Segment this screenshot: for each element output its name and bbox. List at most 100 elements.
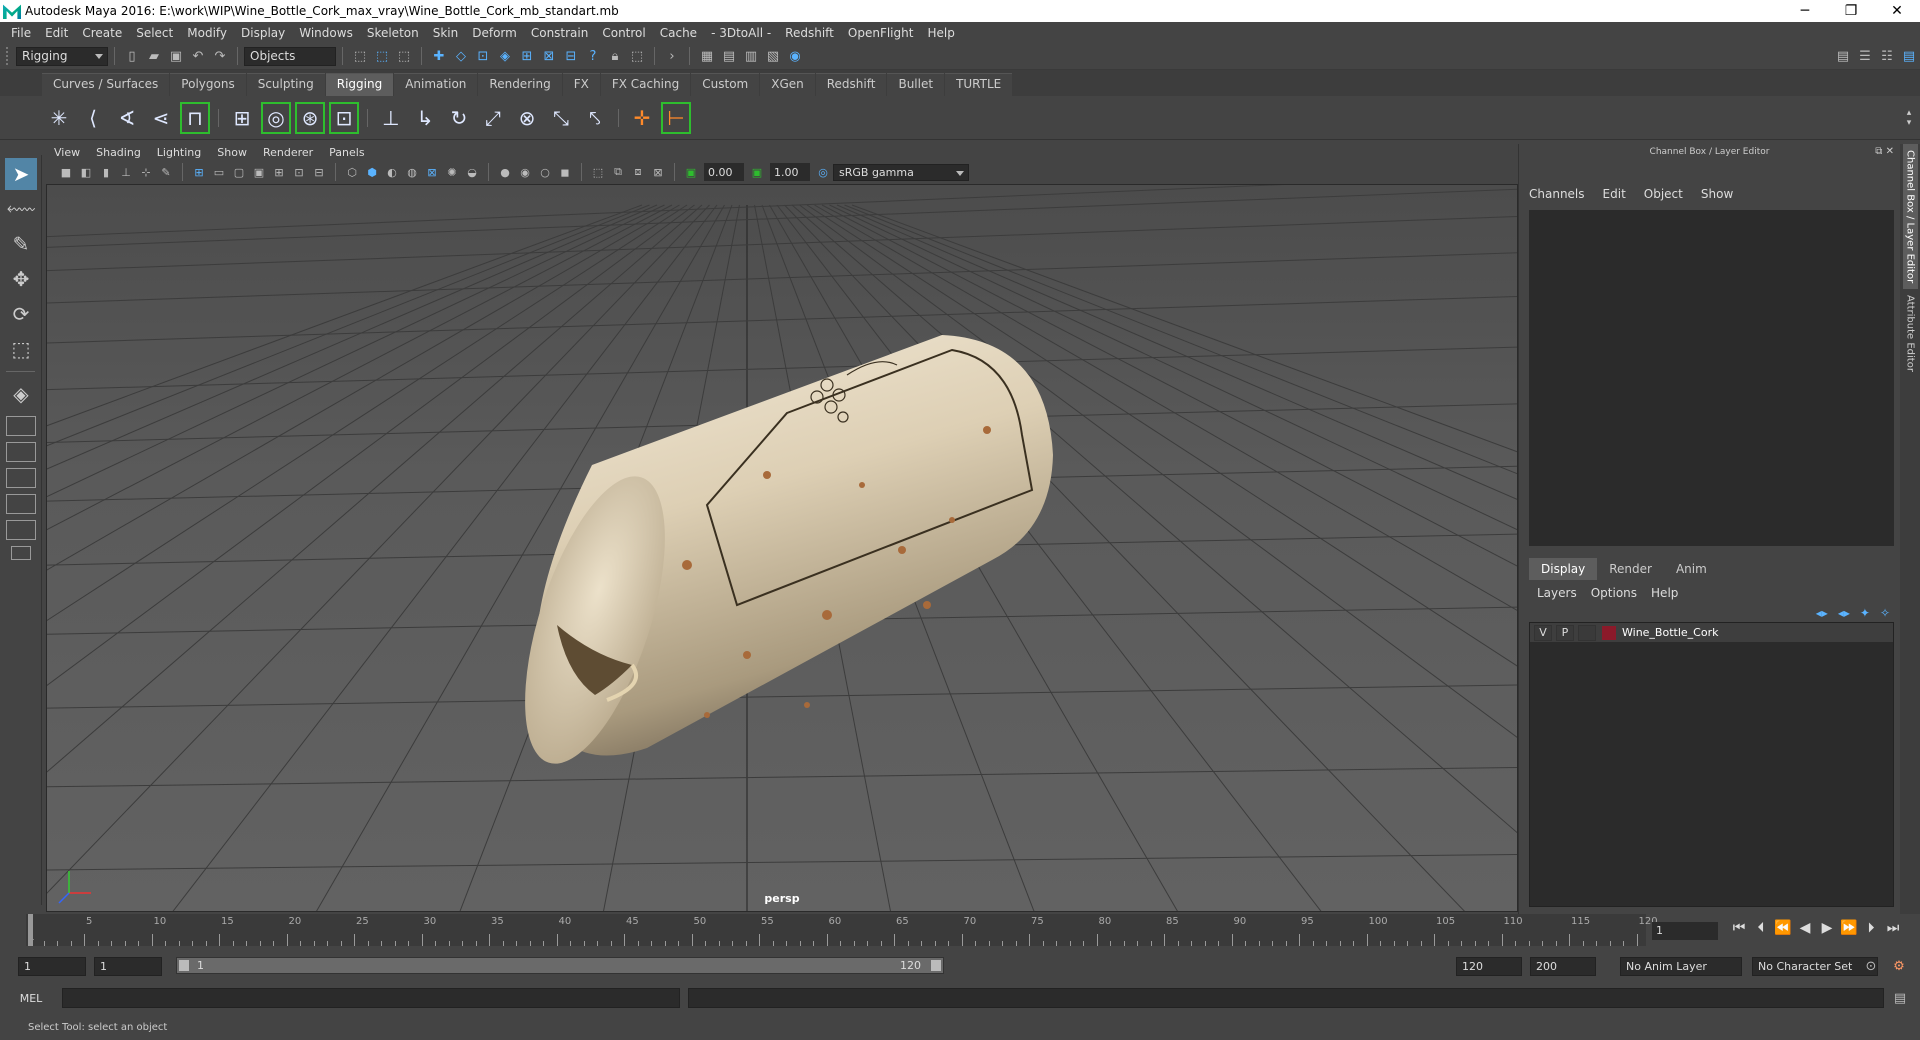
select-tool-icon[interactable]: ➤	[5, 158, 37, 190]
select-component-icon[interactable]: ⬚	[394, 46, 414, 66]
menu-edit[interactable]: Edit	[38, 26, 75, 40]
make-live-icon[interactable]: ⊞	[517, 46, 537, 66]
grid-icon[interactable]: ⊞	[191, 164, 207, 180]
move-tool-icon[interactable]: ✥	[5, 263, 37, 295]
menu-file[interactable]: File	[4, 26, 38, 40]
quick-rig-icon[interactable]: ⊓	[180, 101, 210, 134]
joint-tool-icon[interactable]: ✳	[44, 102, 74, 134]
playback-end-field[interactable]: 120	[1456, 956, 1522, 976]
textured-icon[interactable]: ⊠	[424, 164, 440, 180]
menu-openflight[interactable]: OpenFlight	[841, 26, 921, 40]
layer-menu-options[interactable]: Options	[1591, 586, 1637, 600]
range-end-handle[interactable]	[931, 960, 941, 971]
character-set-dropdown[interactable]: No Character Set	[1752, 956, 1878, 976]
menu-display[interactable]: Display	[234, 26, 292, 40]
layer-visibility-toggle[interactable]: V	[1534, 624, 1552, 641]
viewport-menu-renderer[interactable]: Renderer	[255, 146, 321, 159]
viewport-persp[interactable]: persp	[46, 184, 1518, 912]
selection-mode-dropdown[interactable]: Objects	[244, 46, 336, 66]
render-view-icon[interactable]: ▤	[719, 46, 739, 66]
graph-layout-icon[interactable]	[6, 494, 36, 514]
film-gate-icon[interactable]: ▭	[211, 164, 227, 180]
layer-color-swatch[interactable]	[1602, 625, 1616, 640]
workspace-icon[interactable]: ▤	[1833, 46, 1853, 66]
camera-icon[interactable]: ■	[58, 164, 74, 180]
gate-mask-icon[interactable]: ▣	[251, 164, 267, 180]
command-input[interactable]	[62, 988, 680, 1008]
viewport-menu-panels[interactable]: Panels	[321, 146, 372, 159]
menu-redshift[interactable]: Redshift	[778, 26, 841, 40]
viewport-menu-shading[interactable]: Shading	[88, 146, 149, 159]
new-layer-selected-icon[interactable]: ✧	[1880, 606, 1890, 620]
open-scene-icon[interactable]: ▰	[144, 46, 164, 66]
shelf-tab-fx-caching[interactable]: FX Caching	[600, 73, 691, 96]
side-tab-channel-box-layer-editor[interactable]: Channel Box / Layer Editor	[1902, 144, 1918, 290]
shelf-tab-sculpting[interactable]: Sculpting	[246, 73, 325, 96]
shelf-tab-fx[interactable]: FX	[562, 73, 600, 96]
tab-anim[interactable]: Anim	[1663, 558, 1719, 580]
rotate-tool-icon[interactable]: ⟳	[5, 298, 37, 330]
anim-layer-dropdown[interactable]: No Anim Layer	[1620, 956, 1742, 976]
menu-modify[interactable]: Modify	[180, 26, 234, 40]
color-management-icon[interactable]: ◎	[815, 164, 831, 180]
redo-icon[interactable]: ↷	[210, 46, 230, 66]
anim-prefs-icon[interactable]: ⚙	[1889, 956, 1909, 976]
xray-icon[interactable]: ⧉	[610, 164, 626, 180]
snap-point-icon[interactable]: ⊡	[473, 46, 493, 66]
current-frame-marker[interactable]	[28, 914, 33, 946]
shelf-tab-bullet[interactable]: Bullet	[887, 73, 945, 96]
outliner-icon[interactable]: ☰	[1855, 46, 1875, 66]
cluster-icon[interactable]: ⊡	[329, 101, 359, 134]
shelf-tab-redshift[interactable]: Redshift	[815, 73, 887, 96]
shelf-tab-turtle[interactable]: TURTLE	[945, 73, 1013, 96]
parent-constraint-icon[interactable]: ⊥	[376, 102, 406, 134]
ik-handle-icon[interactable]: ⟨	[78, 102, 108, 134]
point-constraint-icon[interactable]: ↳	[410, 102, 440, 134]
menu-select[interactable]: Select	[129, 26, 180, 40]
2d-pan-icon[interactable]: ⊹	[138, 164, 154, 180]
outliner-layout-icon[interactable]	[6, 520, 36, 540]
tool-settings-icon[interactable]: ☷	[1877, 46, 1897, 66]
move-layer-up-icon[interactable]: ◂▸	[1816, 606, 1828, 620]
grease-pencil-icon[interactable]: ✎	[158, 164, 174, 180]
auto-key-icon[interactable]: ⊙	[1861, 956, 1881, 976]
select-hierarchy-icon[interactable]: ⬚	[350, 46, 370, 66]
layer-menu-help[interactable]: Help	[1651, 586, 1678, 600]
two-stacked-layout-icon[interactable]	[6, 468, 36, 488]
rig-helper-icon[interactable]: ⊢	[661, 101, 691, 134]
select-object-icon[interactable]: ⬚	[372, 46, 392, 66]
menu-skin[interactable]: Skin	[426, 26, 466, 40]
exposure-icon[interactable]: ▣	[683, 164, 699, 180]
ik-spline-icon[interactable]: ∢	[112, 102, 142, 134]
help-icon[interactable]: ?	[583, 46, 603, 66]
snap-surface-icon[interactable]: ⊠	[539, 46, 559, 66]
ambient-occlusion-icon[interactable]: ●	[497, 164, 513, 180]
snap-curve-icon[interactable]: ◇	[451, 46, 471, 66]
use-default-material-icon[interactable]: ◍	[404, 164, 420, 180]
side-tab-attribute-editor[interactable]: Attribute Editor	[1903, 289, 1918, 378]
exposure-field[interactable]: 0.00	[704, 163, 744, 181]
restore-button[interactable]: ❐	[1828, 3, 1874, 19]
channel-box-area[interactable]	[1529, 210, 1894, 546]
channel-menu-channels[interactable]: Channels	[1529, 187, 1585, 201]
shelf-tab-polygons[interactable]: Polygons	[170, 73, 246, 96]
gamma-field[interactable]: 1.00	[770, 163, 810, 181]
menu-create[interactable]: Create	[75, 26, 129, 40]
locator-icon[interactable]: ✛	[627, 102, 657, 134]
time-slider[interactable]: 1510152025303540455055606570758085909510…	[0, 914, 1920, 948]
render-frame-icon[interactable]: ▦	[697, 46, 717, 66]
four-view-layout-icon[interactable]	[6, 416, 36, 436]
menu-help[interactable]: Help	[920, 26, 961, 40]
step-back-icon[interactable]: ⏴	[1750, 920, 1772, 936]
insert-joint-icon[interactable]: ⋖	[146, 102, 176, 134]
time-slider-track[interactable]: 1510152025303540455055606570758085909510…	[26, 914, 1658, 946]
gamma-icon[interactable]: ▣	[749, 164, 765, 180]
layout-options-icon[interactable]	[11, 546, 31, 560]
bind-skin-icon[interactable]: ⊞	[227, 102, 257, 134]
use-lights-icon[interactable]: ✺	[444, 164, 460, 180]
single-view-icon[interactable]: ◈	[5, 378, 37, 410]
new-layer-icon[interactable]: ✦	[1860, 606, 1870, 620]
command-language-label[interactable]: MEL	[0, 992, 62, 1005]
viewport-menu-lighting[interactable]: Lighting	[149, 146, 209, 159]
script-editor-icon[interactable]: ▤	[1890, 988, 1910, 1008]
